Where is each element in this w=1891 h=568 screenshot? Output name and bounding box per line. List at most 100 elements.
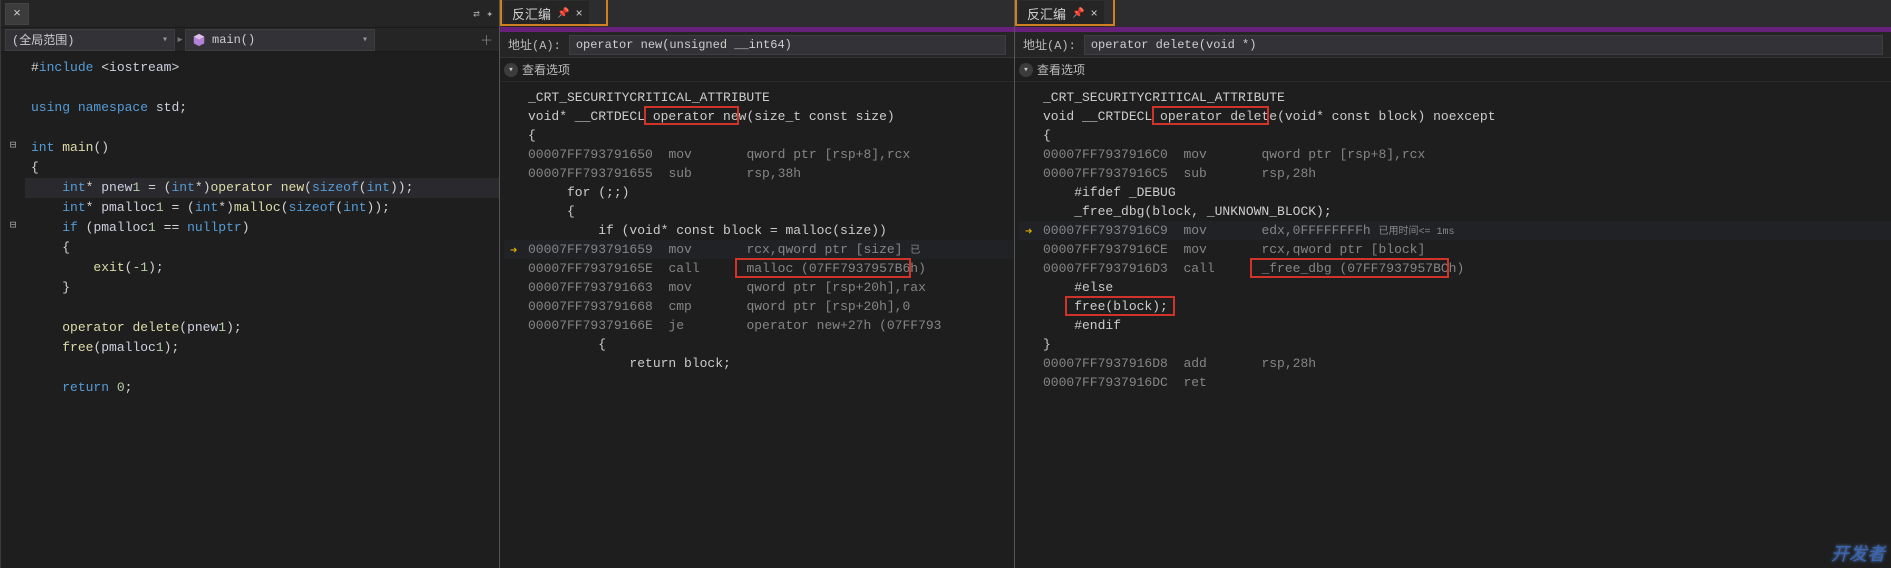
disasm-line[interactable]: 00007FF7937916C0 mov qword ptr [rsp+8],r…	[1019, 145, 1891, 164]
options-label: 查看选项	[1037, 61, 1085, 78]
close-icon[interactable]: ×	[5, 3, 29, 25]
gutter-row	[1, 358, 25, 378]
chevron-down-icon[interactable]: ▾	[1019, 63, 1033, 77]
disasm-body[interactable]: 开发者 _CRT_SECURITYCRITICAL_ATTRIBUTEvoid …	[1015, 82, 1891, 568]
code-line[interactable]: #include <iostream>	[25, 58, 499, 78]
gutter-row	[1, 338, 25, 358]
gutter-row	[1, 318, 25, 338]
gutter-row	[1, 58, 25, 78]
chevron-down-icon: ▾	[162, 34, 168, 46]
disasm-tab[interactable]: 反汇编 📌 ×	[504, 1, 589, 27]
pin-icon[interactable]: 📌	[1072, 8, 1084, 20]
disasm-line[interactable]: #ifdef _DEBUG	[1019, 183, 1891, 202]
address-bar: 地址(A): operator new(unsigned __int64)	[500, 32, 1014, 58]
chevron-down-icon: ▾	[362, 34, 368, 46]
code-line[interactable]: exit(-1);	[25, 258, 499, 278]
code-line[interactable]: return 0;	[25, 378, 499, 398]
disasm-line[interactable]: 00007FF7937916D8 add rsp,28h	[1019, 354, 1891, 373]
source-toolbar: × ⇄ ✦	[1, 0, 499, 28]
disasm-attr: _CRT_SECURITYCRITICAL_ATTRIBUTE	[504, 88, 1014, 107]
pin-icon[interactable]: 📌	[557, 8, 569, 20]
disasm-line[interactable]: _free_dbg(block, _UNKNOWN_BLOCK);	[1019, 202, 1891, 221]
code-line[interactable]: int main()	[25, 138, 499, 158]
code-line[interactable]: int* pmalloc1 = (int*)malloc(sizeof(int)…	[25, 198, 499, 218]
scope-label: (全局范围)	[12, 31, 74, 48]
gutter-row: ⊟	[1, 218, 25, 238]
options-row[interactable]: ▾ 查看选项	[500, 58, 1014, 82]
disasm-line[interactable]: 00007FF793791668 cmp qword ptr [rsp+20h]…	[504, 297, 1014, 316]
disasm-line[interactable]: ➜00007FF7937916C9 mov edx,0FFFFFFFFh 已用时…	[1019, 221, 1891, 240]
address-input[interactable]: operator new(unsigned __int64)	[569, 35, 1006, 55]
timing-badge: 已	[910, 246, 920, 257]
address-bar: 地址(A): operator delete(void *)	[1015, 32, 1891, 58]
disasm-line[interactable]: {	[504, 335, 1014, 354]
disasm-line[interactable]: #endif	[1019, 316, 1891, 335]
address-label: 地址(A):	[508, 36, 561, 53]
disasm-line: {	[1019, 126, 1891, 145]
code-line[interactable]: int* pnew1 = (int*)operator new(sizeof(i…	[25, 178, 499, 198]
source-editor-panel: × ⇄ ✦ (全局范围) ▾ ▸ main() ▾ ＋ ⊟⊟ #include …	[0, 0, 499, 568]
disasm-line[interactable]: 00007FF793791650 mov qword ptr [rsp+8],r…	[504, 145, 1014, 164]
disasm-line[interactable]: 00007FF79379166E je operator new+27h (07…	[504, 316, 1014, 335]
code-area[interactable]: ⊟⊟ #include <iostream>using namespace st…	[1, 52, 499, 568]
address-input[interactable]: operator delete(void *)	[1084, 35, 1883, 55]
disasm-line[interactable]: 00007FF79379165E call malloc (07FF793795…	[504, 259, 1014, 278]
disasm-line[interactable]: 00007FF7937916CE mov rcx,qword ptr [bloc…	[1019, 240, 1891, 259]
disasm-tab-bar: 反汇编 📌 ×	[1015, 0, 1891, 28]
address-value: operator delete(void *)	[1091, 38, 1257, 52]
disasm-body[interactable]: _CRT_SECURITYCRITICAL_ATTRIBUTEvoid* __C…	[500, 82, 1014, 568]
disasm-line[interactable]: if (void* const block = malloc(size))	[504, 221, 1014, 240]
code-line[interactable]: }	[25, 278, 499, 298]
function-label: main()	[212, 33, 255, 47]
function-dropdown[interactable]: main() ▾	[185, 29, 375, 51]
code-line[interactable]: using namespace std;	[25, 98, 499, 118]
watermark: 开发者	[1831, 540, 1885, 566]
code-line[interactable]	[25, 78, 499, 98]
disasm-tab-bar: 反汇编 📌 ×	[500, 0, 1014, 28]
gutter-row	[1, 178, 25, 198]
gutter-row	[1, 258, 25, 278]
code-line[interactable]: {	[25, 238, 499, 258]
gutter-row	[1, 298, 25, 318]
gutter-row: ⊟	[1, 138, 25, 158]
code-line[interactable]: {	[25, 158, 499, 178]
disasm-line[interactable]: 00007FF793791663 mov qword ptr [rsp+20h]…	[504, 278, 1014, 297]
chevron-down-icon[interactable]: ▾	[504, 63, 518, 77]
disasm-line[interactable]: return block;	[504, 354, 1014, 373]
options-label: 查看选项	[522, 61, 570, 78]
options-row[interactable]: ▾ 查看选项	[1015, 58, 1891, 82]
disasm-line[interactable]: #else	[1019, 278, 1891, 297]
disasm-line[interactable]: for (;;)	[504, 183, 1014, 202]
close-icon[interactable]: ×	[1090, 7, 1097, 21]
code-line[interactable]	[25, 298, 499, 318]
disasm-line[interactable]: ➜00007FF793791659 mov rcx,qword ptr [siz…	[504, 240, 1014, 259]
gutter-row	[1, 118, 25, 138]
disasm-line[interactable]: 00007FF7937916DC ret	[1019, 373, 1891, 392]
tab-label: 反汇编	[1027, 4, 1066, 23]
disasm-attr: _CRT_SECURITYCRITICAL_ATTRIBUTE	[1019, 88, 1891, 107]
gear-icon[interactable]: ⇄ ✦	[473, 7, 493, 21]
disasm-signature: void* __CRTDECL operator new(size_t cons…	[504, 107, 1014, 126]
fold-icon[interactable]: ⊟	[10, 220, 17, 232]
cube-icon	[192, 33, 206, 47]
disasm-line[interactable]: 00007FF7937916D3 call _free_dbg (07FF793…	[1019, 259, 1891, 278]
disasm-line[interactable]: }	[1019, 335, 1891, 354]
code-line[interactable]: operator delete(pnew1);	[25, 318, 499, 338]
scope-dropdown[interactable]: (全局范围) ▾	[5, 29, 175, 51]
fold-icon[interactable]: ⊟	[10, 140, 17, 152]
disasm-line[interactable]: 00007FF7937916C5 sub rsp,28h	[1019, 164, 1891, 183]
disasm-line[interactable]: 00007FF793791655 sub rsp,38h	[504, 164, 1014, 183]
timing-badge: 已用时间<= 1ms	[1378, 227, 1454, 238]
disasm-line[interactable]: {	[504, 202, 1014, 221]
code-line[interactable]	[25, 358, 499, 378]
add-icon[interactable]: ＋	[474, 30, 499, 49]
code-line[interactable]: free(pmalloc1);	[25, 338, 499, 358]
disasm-line[interactable]: free(block);	[1019, 297, 1891, 316]
code-line[interactable]: if (pmalloc1 == nullptr)	[25, 218, 499, 238]
code-line[interactable]	[25, 118, 499, 138]
fold-gutter[interactable]: ⊟⊟	[1, 52, 25, 568]
disasm-line: {	[504, 126, 1014, 145]
gutter-row	[1, 78, 25, 98]
disasm-tab[interactable]: 反汇编 📌 ×	[1019, 1, 1104, 27]
close-icon[interactable]: ×	[575, 7, 582, 21]
